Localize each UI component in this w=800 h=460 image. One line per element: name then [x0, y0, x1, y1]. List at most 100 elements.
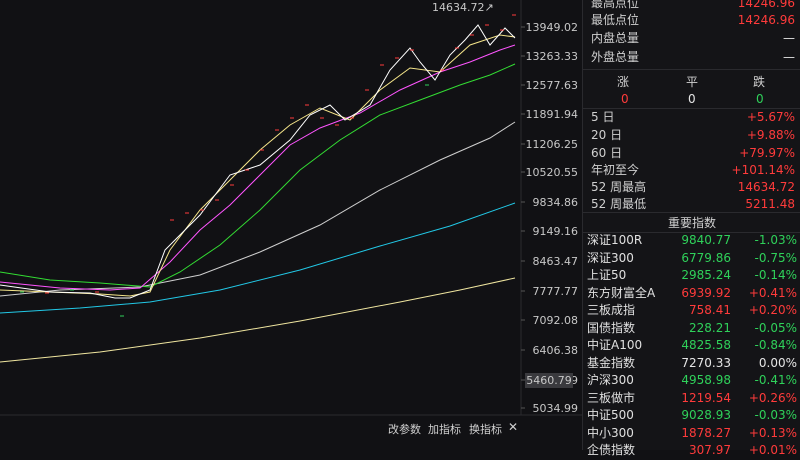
index-row[interactable]: 三板做市 1219.54 +0.26% [587, 390, 797, 408]
index-row[interactable]: 中证500 9028.93 -0.03% [587, 407, 797, 425]
y-tick-label: 10520.55 [526, 166, 579, 179]
index-row[interactable]: 三板成指 758.41 +0.20% [587, 302, 797, 320]
index-price: 9840.77 [681, 233, 731, 247]
outer-volume-row: 外盘总量 — [591, 48, 795, 66]
index-change: -0.03% [754, 408, 797, 422]
index-change: +0.13% [748, 425, 797, 440]
switch-indicator-button[interactable]: 换指标 [469, 421, 502, 437]
index-row[interactable]: 东方财富全A 6939.92 +0.41% [587, 285, 797, 303]
current-price-tag: 5460.79 [525, 373, 573, 388]
index-name: 沪深300 [587, 373, 634, 387]
index-price: 6779.86 [681, 250, 731, 265]
change-params-button[interactable]: 改参数 [388, 421, 421, 437]
period-row: 5 日 +5.67% [591, 108, 795, 126]
period-row: 年初至今 +101.14% [591, 161, 795, 179]
period-value: +5.67% [746, 110, 795, 124]
ma-line-gray [0, 121, 516, 297]
period-value: +9.88% [746, 128, 795, 142]
index-name: 基金指数 [587, 355, 636, 370]
period-row: 60 日 +79.97% [591, 144, 795, 162]
index-row[interactable]: 中证A100 4825.58 -0.84% [587, 337, 797, 355]
index-price: 758.41 [689, 303, 731, 317]
y-tick-label: 8463.47 [533, 255, 579, 268]
index-name: 中小300 [587, 425, 634, 440]
index-price: 6939.92 [681, 285, 731, 300]
index-name: 三板成指 [587, 303, 636, 317]
period-label: 52 周最高 [591, 180, 647, 194]
period-row: 52 周最低 5211.48 [591, 195, 795, 213]
kline-chart[interactable]: 13949.02 13263.33 12577.63 11891.94 11206.25… [0, 0, 582, 450]
y-tick-label: 9834.86 [533, 196, 579, 209]
index-row[interactable]: 国债指数 228.21 -0.05% [587, 320, 797, 338]
ma-line-green [0, 63, 516, 288]
index-row[interactable]: 上证50 2985.24 -0.14% [587, 267, 797, 285]
index-row[interactable]: 深证100R 9840.77 -1.03% [587, 232, 797, 250]
outer-volume-value: — [783, 50, 795, 64]
period-row: 20 日 +9.88% [591, 126, 795, 144]
index-price: 1219.54 [681, 390, 731, 405]
index-price: 1878.27 [681, 425, 731, 440]
period-value: +101.14% [731, 163, 795, 177]
index-change: +0.41% [748, 285, 797, 300]
up-count: 0 [621, 92, 629, 106]
low-point-value: 14246.96 [737, 13, 795, 27]
index-row[interactable]: 深证300 6779.86 -0.75% [587, 250, 797, 268]
period-row: 52 周最高 14634.72 [591, 178, 795, 196]
period-value: 5211.48 [745, 197, 795, 211]
inner-volume-label: 内盘总量 [591, 31, 640, 45]
index-change: -1.03% [754, 233, 797, 247]
index-name: 三板做市 [587, 390, 636, 405]
period-label: 52 周最低 [591, 197, 647, 211]
index-row[interactable]: 企债指数 307.97 +0.01% [587, 442, 797, 460]
index-change: +0.20% [748, 303, 797, 317]
close-icon[interactable]: ✕ [508, 420, 518, 434]
divider [583, 212, 800, 213]
index-change: 0.00% [758, 355, 797, 370]
quote-side-panel: 最高点位 14246.96 最低点位 14246.96 内盘总量 — 外盘总量 … [582, 0, 800, 457]
index-change: -0.41% [754, 373, 797, 387]
period-label: 5 日 [591, 110, 615, 124]
y-tick-label: 5034.99 [533, 402, 579, 415]
inner-volume-value: — [783, 31, 795, 45]
index-price: 9028.93 [681, 408, 731, 422]
flat-count: 0 [688, 92, 696, 106]
index-name: 国债指数 [587, 320, 636, 335]
index-name: 深证300 [587, 250, 634, 265]
index-row[interactable]: 沪深300 4958.98 -0.41% [587, 372, 797, 390]
y-tick-label: 7092.08 [533, 314, 579, 327]
period-value: 14634.72 [737, 180, 795, 194]
updown-header: 涨 平 跌 [583, 73, 800, 91]
down-count-label: 跌 [753, 75, 766, 89]
low-point-label: 最低点位 [591, 13, 640, 27]
y-tick-label: 13263.33 [526, 50, 579, 63]
add-indicator-button[interactable]: 加指标 [428, 421, 461, 437]
period-label: 20 日 [591, 128, 623, 142]
index-name: 深证100R [587, 233, 643, 247]
down-count: 0 [756, 92, 764, 106]
period-label: 年初至今 [591, 163, 640, 177]
index-name: 中证A100 [587, 338, 643, 352]
index-price: 4958.98 [681, 373, 731, 387]
divider [583, 69, 800, 70]
flat-count-label: 平 [686, 75, 699, 89]
index-price: 7270.33 [681, 355, 731, 370]
index-price: 4825.58 [681, 338, 731, 352]
index-change: -0.05% [754, 320, 797, 335]
index-change: -0.84% [754, 338, 797, 352]
y-tick-label: 6406.38 [533, 344, 579, 357]
index-price: 228.21 [689, 320, 731, 335]
index-price: 2985.24 [681, 268, 731, 282]
y-tick-label: 12577.63 [526, 79, 579, 92]
period-value: +79.97% [739, 146, 795, 160]
index-change: -0.75% [754, 250, 797, 265]
index-name: 中证500 [587, 408, 634, 422]
index-row[interactable]: 中小300 1878.27 +0.13% [587, 425, 797, 443]
low-point-row: 最低点位 14246.96 [591, 11, 795, 29]
index-name: 东方财富全A [587, 285, 656, 300]
period-label: 60 日 [591, 146, 623, 160]
kline-chart-panel[interactable]: 13949.02 13263.33 12577.63 11891.94 11206.25… [0, 0, 582, 450]
ma-line-cyan [0, 202, 516, 314]
index-row[interactable]: 基金指数 7270.33 0.00% [587, 355, 797, 373]
outer-volume-label: 外盘总量 [591, 50, 640, 64]
index-name: 上证50 [587, 268, 627, 282]
